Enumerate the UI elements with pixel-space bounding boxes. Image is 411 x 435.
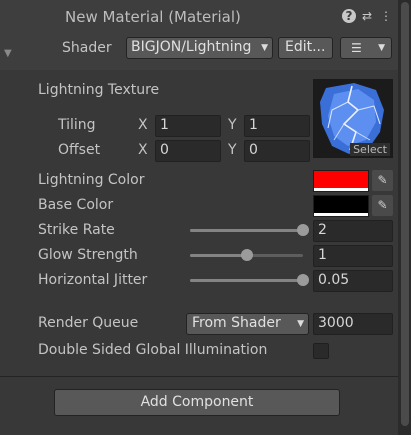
kebab-menu-icon[interactable]: ⋮ [379,9,393,23]
lightning-color-swatch[interactable] [313,170,369,192]
double-sided-gi-label: Double Sided Global Illumination [38,342,268,358]
dropdown-arrow-icon: ▼ [261,43,268,53]
offset-x-field[interactable]: 0 [155,140,221,162]
tiling-label: Tiling [58,117,96,133]
scrollbar-thumb[interactable] [401,2,409,426]
glow-strength-label: Glow Strength [38,247,138,263]
glow-strength-slider[interactable] [190,249,303,261]
shader-dropdown-value: BIGJON/Lightning [131,39,252,55]
strike-rate-field[interactable]: 2 [313,220,393,242]
tiling-y-field[interactable]: 1 [244,115,310,137]
slider-fill [190,279,303,282]
eyedropper-icon[interactable]: ✎ [372,195,393,216]
slider-fill [190,254,247,257]
render-queue-field[interactable]: 3000 [313,313,393,335]
alpha-bar [314,188,368,191]
dropdown-arrow-icon: ▼ [378,43,385,53]
render-queue-mode: From Shader [192,315,281,331]
tiling-x-field[interactable]: 1 [155,115,221,137]
presets-icon[interactable]: ⇄ [360,9,374,23]
add-component-button[interactable]: Add Component [54,389,340,416]
offset-y-label: Y [228,142,237,158]
lightning-texture-label: Lightning Texture [38,82,160,98]
double-sided-gi-checkbox[interactable] [313,343,329,359]
shader-list-button[interactable]: ☰ ▼ [340,37,392,59]
offset-label: Offset [58,142,101,158]
shader-dropdown[interactable]: BIGJON/Lightning ▼ [126,37,273,59]
glow-strength-field[interactable]: 1 [313,245,393,267]
lightning-color-label: Lightning Color [38,172,145,188]
divider [0,376,398,377]
lightning-texture-slot[interactable]: Select [313,79,393,158]
slider-thumb[interactable] [240,249,253,261]
strike-rate-slider[interactable] [190,224,309,236]
slider-thumb[interactable] [297,274,309,286]
base-color-label: Base Color [38,197,114,213]
texture-select-button[interactable]: Select [350,143,390,156]
render-queue-dropdown[interactable]: From Shader ▼ [186,313,309,335]
alpha-bar [314,213,368,216]
render-queue-label: Render Queue [38,315,139,331]
list-icon: ☰ [351,41,362,55]
material-title: New Material (Material) [65,8,241,26]
slider-thumb[interactable] [297,224,309,236]
offset-y-field[interactable]: 0 [244,140,310,162]
slider-fill [190,229,303,232]
dropdown-arrow-icon: ▼ [297,319,304,329]
offset-x-label: X [138,142,148,158]
collapse-triangle-icon[interactable]: ▼ [4,48,12,59]
eyedropper-icon[interactable]: ✎ [372,170,393,191]
horizontal-jitter-field[interactable]: 0.05 [313,270,393,292]
help-icon[interactable]: ? [342,9,356,23]
tiling-y-label: Y [228,117,237,133]
horizontal-jitter-label: Horizontal Jitter [38,272,148,288]
edit-shader-button[interactable]: Edit... [278,37,333,59]
horizontal-jitter-slider[interactable] [190,274,309,286]
base-color-swatch[interactable] [313,195,369,217]
shader-label: Shader [62,40,112,56]
strike-rate-label: Strike Rate [38,222,115,238]
tiling-x-label: X [138,117,148,133]
